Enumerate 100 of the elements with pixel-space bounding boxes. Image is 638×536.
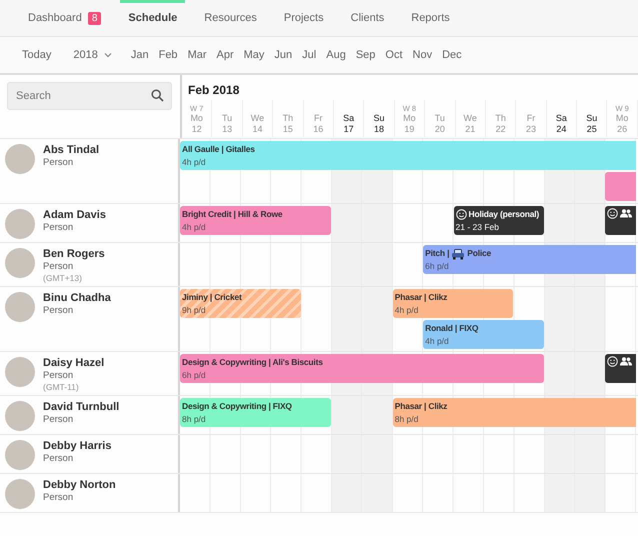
- booking-bar[interactable]: Jiminy | Cricket 9h p/d: [180, 289, 301, 318]
- month-link[interactable]: Jun: [274, 49, 292, 61]
- person-name[interactable]: Abs Tindal: [43, 143, 100, 157]
- nav-tab[interactable]: Clients: [342, 0, 392, 36]
- day-name: We: [464, 113, 477, 124]
- booking-title: Phasar | Clikz: [394, 291, 448, 304]
- nav-tab[interactable]: Reports: [403, 0, 458, 36]
- month-link[interactable]: Apr: [216, 49, 234, 61]
- booking-bar[interactable]: Phasar | Clikz 8h p/d: [392, 398, 636, 427]
- booking-bar[interactable]: All Gaulle | Gitalles 4h p/d: [180, 141, 636, 170]
- month-link[interactable]: Sep: [356, 49, 376, 61]
- booking-bar[interactable]: Bright Credit | Hill & Rowe 4h p/d: [180, 206, 331, 235]
- search-field[interactable]: Search: [7, 82, 172, 110]
- day-date: 21: [465, 124, 476, 135]
- avatar-placeholder: [5, 209, 35, 239]
- year-dropdown[interactable]: 2018: [73, 49, 112, 61]
- month-link[interactable]: Mar: [188, 49, 207, 61]
- month-link[interactable]: May: [244, 49, 264, 61]
- avatar-placeholder: [5, 292, 35, 322]
- avatar-placeholder: [5, 401, 35, 431]
- booking-hours: 4h p/d: [394, 304, 420, 317]
- day-name: Fr: [314, 113, 322, 124]
- booking-title: Ronald | FIXQ: [425, 322, 478, 335]
- chevron-down-icon: [104, 52, 112, 58]
- person-name[interactable]: Daisy Hazel: [43, 356, 104, 370]
- month-link[interactable]: Oct: [385, 49, 403, 61]
- booking-title: Jiminy | Cricket: [182, 291, 242, 304]
- booking-hours: 6h p/d: [182, 369, 207, 382]
- day-name: Su: [586, 113, 598, 124]
- person-name[interactable]: Debby Norton: [43, 478, 116, 492]
- booking-title: Phasar | Clikz: [394, 400, 448, 413]
- booking-bar[interactable]: Design & Copywriting | FIXQ 8h p/d: [180, 398, 331, 427]
- booking-title: Pitch |: [425, 247, 450, 260]
- smiley-icon: [607, 356, 618, 367]
- booking-bar[interactable]: Holiday (personal) 21 - 23 Feb: [454, 206, 544, 235]
- person-role: Person: [43, 261, 74, 273]
- day-date: 26: [617, 124, 628, 135]
- person-name[interactable]: Ben Rogers: [43, 247, 105, 261]
- day-date: 19: [404, 124, 414, 135]
- today-button[interactable]: Today: [22, 49, 52, 61]
- booking-bar[interactable]: Pitch | Police 6h p/d: [423, 245, 636, 274]
- day-date: 17: [344, 124, 354, 135]
- month-link[interactable]: Nov: [412, 49, 432, 61]
- day-date: 14: [252, 124, 262, 135]
- booking-hours: 8h p/d: [394, 413, 420, 426]
- day-name: Su: [374, 113, 385, 124]
- booking-hours: 4h p/d: [182, 221, 207, 234]
- booking-bar[interactable]: [605, 206, 636, 235]
- person-name[interactable]: Binu Chadha: [43, 291, 111, 305]
- nav-tab[interactable]: Dashboard 8: [20, 0, 110, 36]
- count-badge: 8: [88, 12, 102, 24]
- person-role: Person: [43, 222, 74, 234]
- day-date: 16: [313, 124, 324, 135]
- booking-title: Holiday (personal): [468, 208, 540, 221]
- booking-bar[interactable]: Design & Copywriting | Ali's Biscuits 6h p/d: [180, 354, 544, 383]
- day-name: Sa: [556, 113, 567, 124]
- person-role: Person: [43, 305, 74, 317]
- nav-tab[interactable]: Projects: [276, 0, 332, 36]
- person-name[interactable]: David Turnbull: [43, 400, 120, 414]
- nav-tab[interactable]: Resources: [196, 0, 265, 36]
- day-name: Mo: [190, 113, 203, 124]
- day-name: Sa: [343, 113, 354, 124]
- person-role: Person: [43, 414, 74, 426]
- month-title: Feb 2018: [187, 82, 240, 99]
- booking-hours: 4h p/d: [425, 335, 450, 348]
- booking-bar[interactable]: Ronald | FIXQ 4h p/d: [423, 320, 544, 349]
- people-icon: [620, 357, 632, 366]
- month-link[interactable]: Feb: [158, 49, 178, 61]
- person-role: Person: [43, 492, 74, 504]
- booking-title: Bright Credit | Hill & Rowe: [182, 208, 282, 221]
- month-link[interactable]: Jan: [130, 49, 149, 61]
- person-role: Person: [43, 157, 74, 169]
- booking-hours: 6h p/d: [425, 260, 450, 273]
- day-name: Mo: [616, 113, 628, 124]
- day-name: Tu: [434, 113, 445, 124]
- avatar-placeholder: [5, 144, 35, 174]
- person-role: Person: [43, 453, 74, 465]
- people-icon: [620, 209, 632, 218]
- booking-bar[interactable]: [605, 354, 636, 383]
- month-link[interactable]: Aug: [326, 49, 346, 61]
- day-date: 25: [586, 124, 597, 135]
- month-link[interactable]: Jul: [302, 49, 316, 61]
- booking-hours: 21 - 23 Feb: [456, 221, 500, 234]
- avatar-placeholder: [5, 248, 35, 278]
- day-date: 20: [434, 124, 445, 135]
- day-name: Th: [495, 113, 506, 124]
- day-name: Fr: [526, 113, 536, 124]
- day-name: Th: [282, 113, 294, 124]
- booking-hours: 8h p/d: [182, 413, 207, 426]
- search-icon: [151, 89, 164, 102]
- person-name[interactable]: Debby Harris: [43, 439, 112, 453]
- person-name[interactable]: Adam Davis: [43, 208, 106, 222]
- avatar-placeholder: [5, 357, 35, 387]
- booking-hours: 9h p/d: [182, 304, 207, 317]
- booking-bar[interactable]: Phasar | Clikz 4h p/d: [392, 289, 514, 318]
- day-date: 12: [192, 124, 202, 135]
- day-date: 13: [222, 124, 232, 135]
- month-link[interactable]: Dec: [442, 49, 462, 61]
- booking-title: Police: [467, 247, 492, 260]
- booking-title: Design & Copywriting | FIXQ: [182, 400, 292, 413]
